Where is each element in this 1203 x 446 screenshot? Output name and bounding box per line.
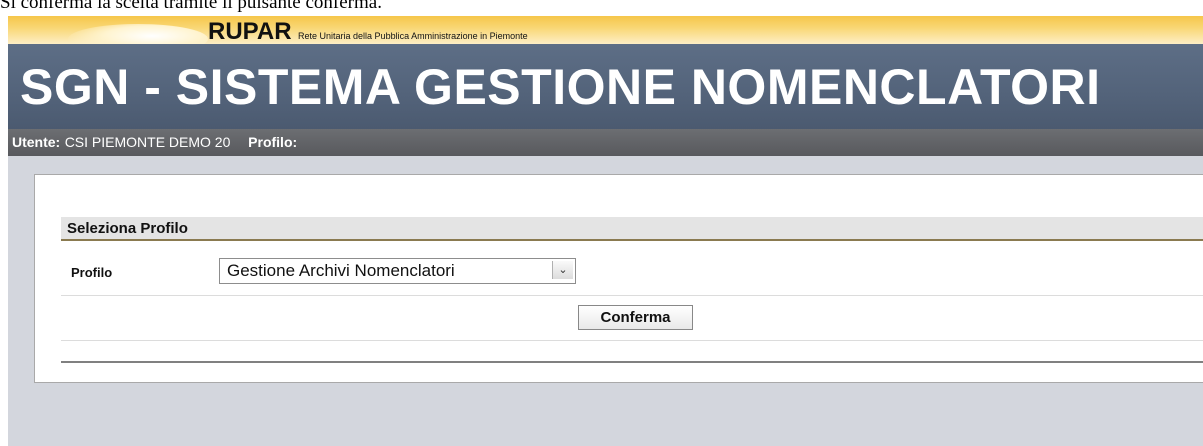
profile-label: Profilo: bbox=[248, 134, 298, 150]
confirm-button[interactable]: Conferma bbox=[578, 305, 693, 330]
panel-footer bbox=[61, 341, 1203, 363]
section-title: Seleziona Profilo bbox=[67, 220, 188, 237]
rupar-logo: RUPAR Rete Unitaria della Pubblica Ammin… bbox=[208, 18, 528, 44]
chevron-down-icon[interactable]: ⌄ bbox=[552, 261, 573, 279]
profile-select[interactable]: Gestione Archivi Nomenclatori ⌄ bbox=[219, 258, 576, 284]
profile-field-label: Profilo bbox=[71, 265, 113, 280]
user-info: Utente: CSI PIEMONTE DEMO 20 Profilo: bbox=[12, 129, 297, 156]
user-label: Utente: bbox=[12, 134, 61, 150]
section-header: Seleziona Profilo bbox=[61, 217, 1203, 241]
rupar-banner: RUPAR Rete Unitaria della Pubblica Ammin… bbox=[8, 16, 1203, 44]
profile-row: Profilo Gestione Archivi Nomenclatori ⌄ bbox=[61, 241, 1203, 296]
cloud-decoration bbox=[68, 24, 208, 44]
page-caption: Si conferma la scelta tramite il pulsant… bbox=[0, 0, 382, 13]
user-value: CSI PIEMONTE DEMO 20 bbox=[64, 134, 231, 150]
select-profile-panel: Seleziona Profilo Profilo Gestione Archi… bbox=[34, 174, 1203, 383]
app-header: SGN - SISTEMA GESTIONE NOMENCLATORI bbox=[8, 44, 1203, 129]
rupar-subtitle: Rete Unitaria della Pubblica Amministraz… bbox=[298, 31, 528, 41]
app-title: SGN - SISTEMA GESTIONE NOMENCLATORI bbox=[20, 59, 1101, 115]
profile-select-value: Gestione Archivi Nomenclatori bbox=[227, 261, 455, 280]
button-row: Conferma bbox=[61, 296, 1203, 341]
rupar-brand: RUPAR bbox=[208, 18, 292, 44]
main-content: Seleziona Profilo Profilo Gestione Archi… bbox=[8, 156, 1203, 446]
user-bar: Utente: CSI PIEMONTE DEMO 20 Profilo: bbox=[8, 129, 1203, 156]
